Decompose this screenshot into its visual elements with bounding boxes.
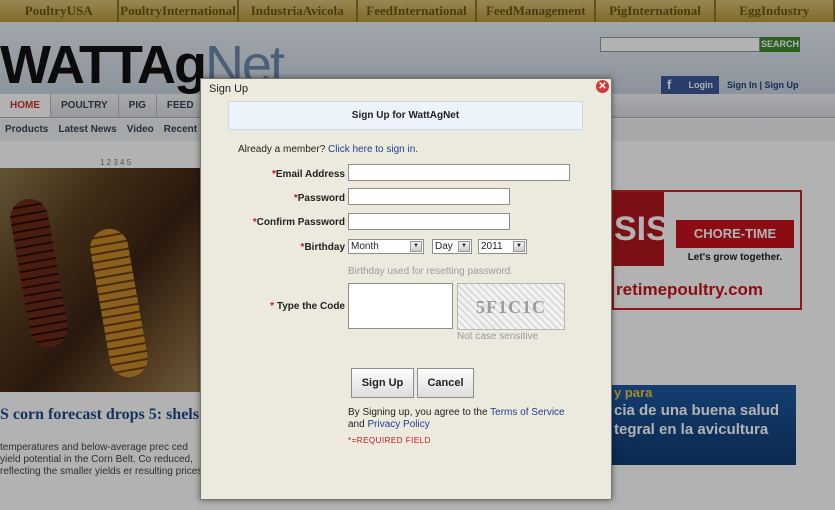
chevron-down-icon: ▼: [513, 241, 525, 252]
captcha-hint: Not case sensitive: [457, 331, 539, 342]
email-field[interactable]: [348, 164, 570, 181]
terms-of-service-link[interactable]: Terms of Service: [490, 407, 564, 418]
sign-in-link[interactable]: Click here to sign in.: [328, 144, 418, 155]
sign-up-button[interactable]: Sign Up: [351, 368, 414, 398]
terms-text: By Signing up, you agree to the Terms of…: [348, 407, 565, 430]
captcha-label: * Type the Code: [270, 301, 345, 312]
close-icon[interactable]: ✕: [596, 80, 609, 93]
cancel-button[interactable]: Cancel: [417, 368, 474, 398]
signup-banner: Sign Up for WattAgNet: [228, 101, 583, 130]
privacy-policy-link[interactable]: Privacy Policy: [367, 419, 429, 430]
captcha-image: 5F1C1C: [457, 283, 565, 330]
birthday-month-select[interactable]: Month ▼: [348, 239, 424, 254]
captcha-input[interactable]: [348, 283, 453, 329]
confirm-password-field[interactable]: [348, 213, 510, 230]
email-label: *Email Address: [271, 169, 345, 180]
required-field-note: *=REQUIRED FIELD: [348, 436, 431, 445]
chevron-down-icon: ▼: [458, 241, 470, 252]
already-member-text: Already a member? Click here to sign in.: [238, 144, 419, 155]
dialog-title: Sign Up: [209, 83, 249, 95]
birthday-day-select[interactable]: Day ▼: [432, 239, 472, 254]
chevron-down-icon: ▼: [410, 241, 422, 252]
signup-dialog: Sign Up ✕ Sign Up for WattAgNet Already …: [200, 78, 612, 500]
birthday-hint: Birthday used for resetting password.: [348, 266, 514, 277]
birthday-label: *Birthday: [300, 242, 345, 253]
birthday-year-select[interactable]: 2011 ▼: [478, 239, 527, 254]
password-label: *Password: [293, 193, 345, 204]
password-field[interactable]: [348, 188, 510, 205]
confirm-password-label: *Confirm Password: [252, 217, 345, 228]
